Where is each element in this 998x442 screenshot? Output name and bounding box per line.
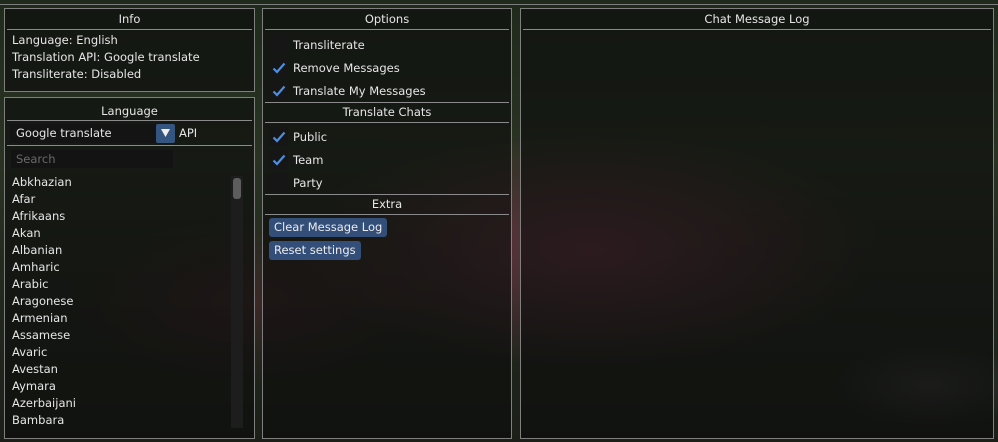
clear-message-log-button[interactable]: Clear Message Log bbox=[269, 218, 388, 237]
extra-title: Extra bbox=[371, 197, 403, 211]
language-list: Abkhazian Afar Afrikaans Akan Albanian A… bbox=[5, 174, 233, 434]
public-option[interactable]: Public bbox=[263, 125, 511, 148]
list-item[interactable]: Avaric bbox=[5, 344, 233, 361]
info-transliterate: Transliterate: Disabled bbox=[12, 67, 142, 81]
info-panel: Info Language: English Translation API: … bbox=[4, 8, 255, 92]
transliterate-option[interactable]: Transliterate bbox=[263, 33, 511, 56]
info-title: Info bbox=[118, 12, 141, 26]
translate-my-messages-label: Translate My Messages bbox=[293, 83, 426, 98]
list-item[interactable]: Avestan bbox=[5, 361, 233, 378]
party-checkbox[interactable] bbox=[269, 173, 288, 192]
list-item[interactable]: Afar bbox=[5, 191, 233, 208]
info-language: Language: English bbox=[12, 33, 118, 47]
party-option[interactable]: Party bbox=[263, 171, 511, 194]
chat-log-area[interactable] bbox=[521, 33, 993, 438]
team-checkbox[interactable] bbox=[269, 150, 288, 169]
chat-log-title: Chat Message Log bbox=[704, 12, 810, 26]
chevron-down-icon bbox=[161, 129, 170, 137]
checkmark-icon bbox=[272, 131, 285, 143]
list-item[interactable]: Afrikaans bbox=[5, 208, 233, 225]
options-panel: Options Transliterate Remove Messages Tr… bbox=[262, 8, 512, 439]
language-title: Language bbox=[101, 104, 158, 118]
list-item[interactable]: Aragonese bbox=[5, 293, 233, 310]
list-item[interactable]: Albanian bbox=[5, 242, 233, 259]
party-label: Party bbox=[293, 175, 323, 190]
top-border bbox=[0, 4, 998, 5]
list-item[interactable]: Arabic bbox=[5, 276, 233, 293]
options-title: Options bbox=[364, 12, 410, 26]
chat-log-panel: Chat Message Log bbox=[520, 8, 994, 439]
list-item[interactable]: Bambara bbox=[5, 412, 233, 429]
translate-chats-title: Translate Chats bbox=[342, 105, 432, 119]
translate-my-messages-checkbox[interactable] bbox=[269, 81, 288, 100]
language-scrollbar-thumb[interactable] bbox=[233, 178, 241, 199]
remove-messages-label: Remove Messages bbox=[293, 60, 400, 75]
api-label: API bbox=[179, 126, 198, 140]
checkmark-icon bbox=[272, 154, 285, 166]
public-label: Public bbox=[293, 129, 328, 144]
language-search-input[interactable]: Search bbox=[11, 150, 173, 168]
clear-log-row: Clear Message Log bbox=[263, 216, 511, 239]
list-item[interactable]: Aymara bbox=[5, 378, 233, 395]
remove-messages-checkbox[interactable] bbox=[269, 58, 288, 77]
reset-settings-button[interactable]: Reset settings bbox=[269, 241, 361, 260]
api-select[interactable]: Google translate bbox=[10, 123, 156, 143]
remove-messages-option[interactable]: Remove Messages bbox=[263, 56, 511, 79]
list-item[interactable]: Abkhazian bbox=[5, 174, 233, 191]
checkmark-icon bbox=[272, 62, 285, 74]
list-item[interactable]: Amharic bbox=[5, 259, 233, 276]
api-select-row: Google translate API bbox=[5, 121, 254, 145]
language-panel: Language Google translate API Search Abk… bbox=[4, 97, 255, 439]
reset-row: Reset settings bbox=[263, 239, 511, 262]
list-item[interactable]: Armenian bbox=[5, 310, 233, 327]
transliterate-label: Transliterate bbox=[293, 37, 365, 52]
translate-my-messages-option[interactable]: Translate My Messages bbox=[263, 79, 511, 102]
language-scrollbar[interactable] bbox=[231, 176, 243, 428]
transliterate-checkbox[interactable] bbox=[269, 35, 288, 54]
checkmark-icon bbox=[272, 85, 285, 97]
api-select-arrow[interactable] bbox=[156, 123, 175, 143]
divider bbox=[523, 29, 991, 30]
list-item[interactable]: Assamese bbox=[5, 327, 233, 344]
list-item[interactable]: Akan bbox=[5, 225, 233, 242]
list-item[interactable]: Azerbaijani bbox=[5, 395, 233, 412]
team-label: Team bbox=[293, 152, 324, 167]
info-api: Translation API: Google translate bbox=[12, 50, 200, 64]
team-option[interactable]: Team bbox=[263, 148, 511, 171]
public-checkbox[interactable] bbox=[269, 127, 288, 146]
divider bbox=[7, 145, 252, 146]
